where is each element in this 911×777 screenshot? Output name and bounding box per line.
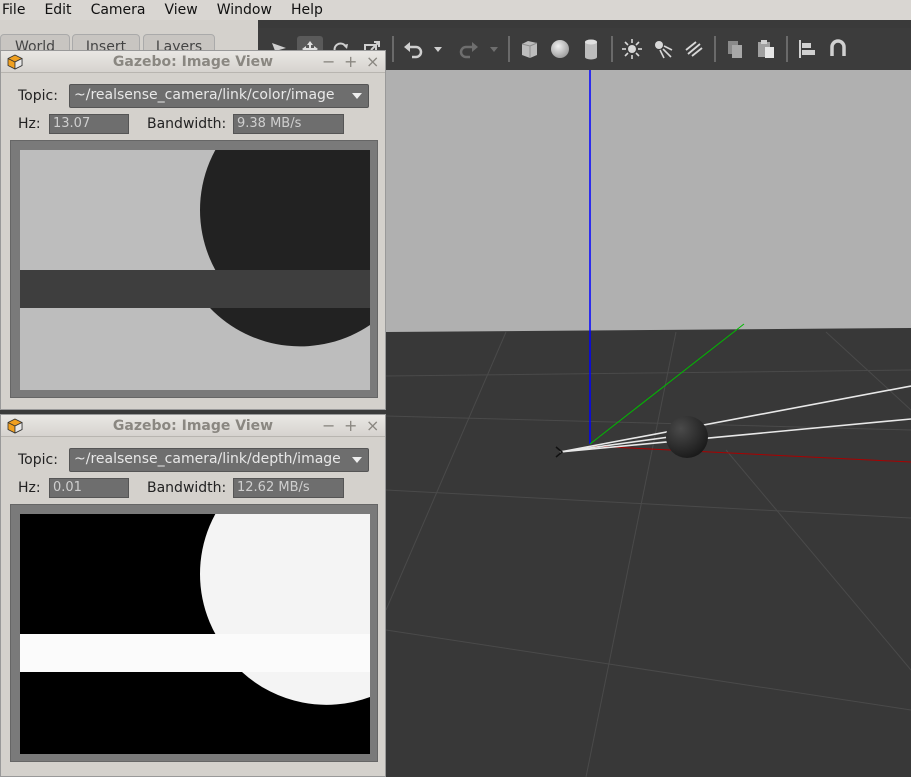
spot-light-icon[interactable]: [650, 36, 676, 62]
topic-dropdown[interactable]: ~/realsense_camera/link/depth/image: [69, 448, 369, 472]
close-icon[interactable]: ×: [366, 52, 379, 71]
dialog-titlebar[interactable]: Gazebo: Image View − + ×: [1, 51, 385, 73]
toolbar-separator: [786, 36, 788, 62]
minimize-icon[interactable]: −: [322, 52, 335, 71]
sphere-model[interactable]: [666, 416, 708, 458]
toolbar-separator: [508, 36, 510, 62]
align-icon[interactable]: [794, 36, 820, 62]
topic-dropdown[interactable]: ~/realsense_camera/link/color/image: [69, 84, 369, 108]
scene-render[interactable]: [386, 70, 911, 777]
maximize-icon[interactable]: +: [344, 52, 357, 71]
scene-viewport[interactable]: [386, 70, 911, 777]
topic-label: Topic:: [18, 452, 58, 468]
menu-view[interactable]: View: [163, 0, 207, 20]
toolbar-separator: [714, 36, 716, 62]
menu-window[interactable]: Window: [215, 0, 281, 20]
bandwidth-label: Bandwidth:: [147, 116, 227, 132]
snap-icon[interactable]: [825, 36, 851, 62]
toolbar-separator: [392, 36, 394, 62]
image-view-color-dialog: Gazebo: Image View − + × Topic: ~/realse…: [0, 50, 386, 410]
image-view-depth-dialog: Gazebo: Image View − + × Topic: ~/realse…: [0, 414, 386, 777]
bandwidth-field: 9.38 MB/s: [233, 114, 344, 134]
cylinder-shape-icon[interactable]: [578, 36, 604, 62]
undo-icon[interactable]: [400, 36, 426, 62]
menu-bar: File Edit Camera View Window Help: [0, 0, 911, 20]
chevron-down-icon: [352, 457, 362, 463]
hz-label: Hz:: [18, 480, 41, 496]
directional-light-icon[interactable]: [681, 36, 707, 62]
redo-icon[interactable]: [456, 36, 482, 62]
menu-file[interactable]: File: [0, 0, 34, 20]
topic-dropdown-value: ~/realsense_camera/link/depth/image: [74, 451, 341, 467]
bandwidth-label: Bandwidth:: [147, 480, 227, 496]
depth-image: [20, 514, 370, 754]
dialog-titlebar[interactable]: Gazebo: Image View − + ×: [1, 415, 385, 437]
hz-field: 13.07: [49, 114, 129, 134]
menu-edit[interactable]: Edit: [42, 0, 80, 20]
color-image: [20, 150, 370, 390]
hz-field: 0.01: [49, 478, 129, 498]
image-frame: [10, 140, 378, 398]
close-icon[interactable]: ×: [366, 416, 379, 435]
paste-icon[interactable]: [753, 36, 779, 62]
toolbar-separator: [611, 36, 613, 62]
menu-help[interactable]: Help: [289, 0, 332, 20]
hz-label: Hz:: [18, 116, 41, 132]
redo-history-icon[interactable]: [487, 36, 501, 62]
copy-icon[interactable]: [722, 36, 748, 62]
topic-dropdown-value: ~/realsense_camera/link/color/image: [74, 87, 335, 103]
chevron-down-icon: [352, 93, 362, 99]
minimize-icon[interactable]: −: [322, 416, 335, 435]
sky-background: [386, 70, 911, 332]
bandwidth-field: 12.62 MB/s: [233, 478, 344, 498]
topic-label: Topic:: [18, 88, 58, 104]
point-light-icon[interactable]: [619, 36, 645, 62]
box-shape-icon[interactable]: [516, 36, 542, 62]
ground-plane: [386, 328, 911, 777]
maximize-icon[interactable]: +: [344, 416, 357, 435]
undo-history-icon[interactable]: [431, 36, 445, 62]
image-frame: [10, 504, 378, 762]
menu-camera[interactable]: Camera: [89, 0, 155, 20]
sphere-shape-icon[interactable]: [547, 36, 573, 62]
